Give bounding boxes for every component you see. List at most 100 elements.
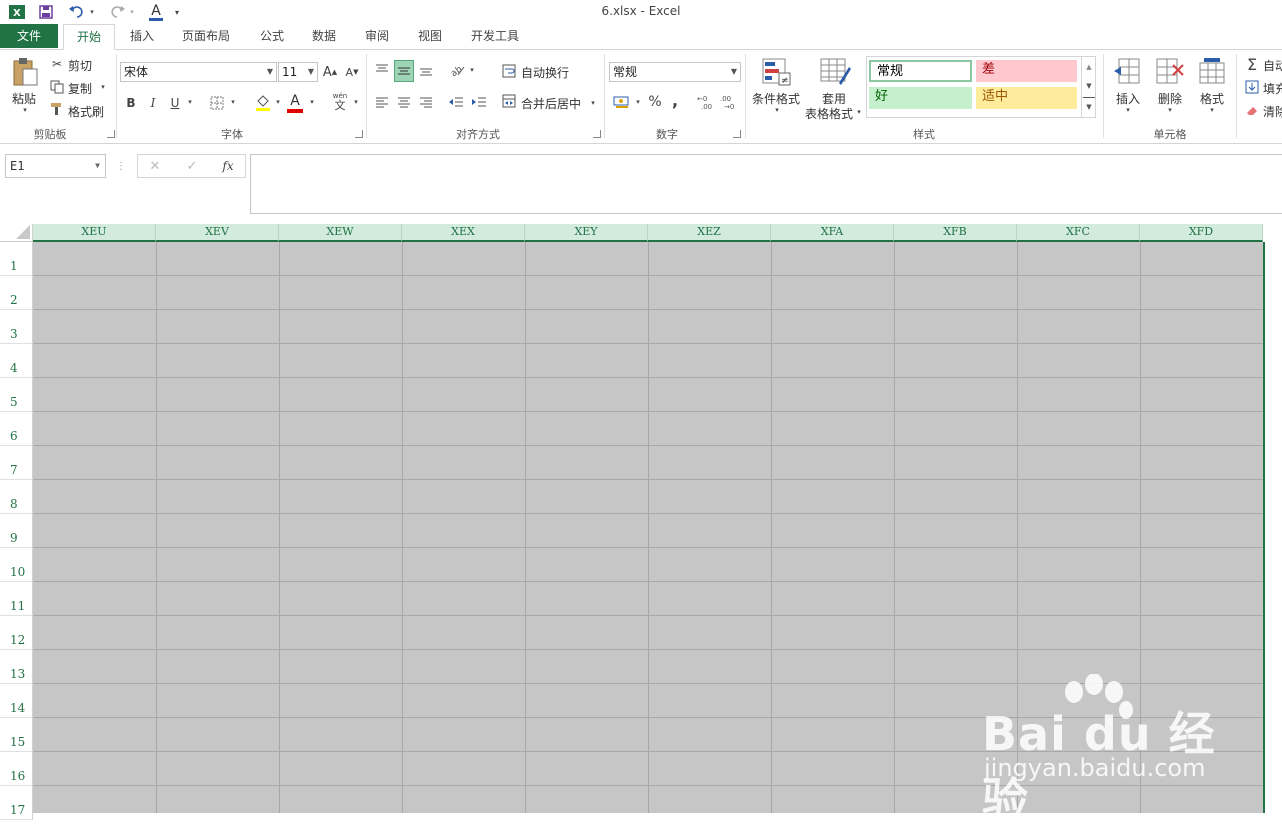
copy-icon[interactable]	[49, 79, 65, 95]
delete-cells-icon[interactable]	[1154, 56, 1186, 86]
confirm-entry-icon[interactable]: ✓	[183, 157, 201, 175]
format-cells-icon[interactable]	[1197, 56, 1227, 86]
tab-data[interactable]: 数据	[304, 24, 344, 48]
column-header[interactable]: XFC	[1017, 224, 1140, 242]
column-header[interactable]: XFB	[894, 224, 1017, 242]
format-as-table-dropdown-icon[interactable]: ▾	[855, 108, 863, 116]
gallery-more-icon[interactable]: ▼	[1083, 97, 1095, 116]
autosum-icon[interactable]: Σ	[1243, 55, 1261, 74]
merge-dropdown-icon[interactable]: ▾	[589, 98, 597, 108]
gallery-down-icon[interactable]: ▼	[1083, 77, 1095, 95]
align-middle-icon[interactable]	[394, 60, 414, 82]
grow-font-icon[interactable]: A ▲	[322, 62, 338, 82]
copy-button[interactable]: 复制	[68, 80, 92, 97]
borders-icon[interactable]	[208, 94, 226, 112]
gallery-up-icon[interactable]: ▲	[1083, 58, 1095, 76]
column-header[interactable]: XEY	[525, 224, 648, 242]
borders-dropdown-icon[interactable]: ▾	[229, 97, 237, 107]
fill-color-icon[interactable]	[254, 92, 272, 112]
alignment-launcher-icon[interactable]	[593, 130, 601, 138]
row-header[interactable]: 1	[0, 242, 33, 276]
italic-button[interactable]: I	[145, 94, 161, 112]
increase-indent-icon[interactable]	[469, 92, 489, 112]
column-header[interactable]: XFD	[1140, 224, 1263, 242]
row-header[interactable]: 8	[0, 480, 33, 514]
align-left-icon[interactable]	[372, 92, 392, 112]
row-header[interactable]: 7	[0, 446, 33, 480]
delete-cells-dropdown-icon[interactable]: ▾	[1166, 106, 1174, 114]
align-right-icon[interactable]	[416, 92, 436, 112]
tab-insert[interactable]: 插入	[122, 24, 162, 48]
merge-center-button[interactable]: 合并后居中	[521, 95, 581, 112]
delete-cells-button[interactable]: 删除	[1158, 90, 1182, 107]
font-color-dropdown-icon[interactable]: ▾	[308, 97, 316, 107]
row-header[interactable]: 4	[0, 344, 33, 378]
clear-icon[interactable]	[1244, 102, 1260, 118]
insert-cells-dropdown-icon[interactable]: ▾	[1124, 106, 1132, 114]
number-launcher-icon[interactable]	[733, 130, 741, 138]
format-as-table-icon[interactable]	[818, 56, 852, 88]
conditional-formatting-button[interactable]: 条件格式	[752, 90, 800, 107]
tab-home[interactable]: 开始	[63, 24, 115, 50]
column-header[interactable]: XEV	[156, 224, 279, 242]
fill-color-dropdown-icon[interactable]: ▾	[274, 97, 282, 107]
paste-button[interactable]: 粘贴	[12, 90, 36, 107]
formula-bar-grip-icon[interactable]: ⋮	[116, 158, 126, 174]
increase-decimal-icon[interactable]: ←0.00	[696, 92, 718, 112]
accounting-dropdown-icon[interactable]: ▾	[634, 97, 642, 107]
align-top-icon[interactable]	[372, 60, 392, 80]
column-header[interactable]: XEZ	[648, 224, 771, 242]
gallery-scrollbar[interactable]: ▲ ▼ ▼	[1081, 57, 1096, 117]
copy-dropdown-icon[interactable]: ▾	[99, 83, 107, 91]
style-bad[interactable]: 差	[976, 60, 1077, 82]
column-header[interactable]: XEU	[33, 224, 156, 242]
percent-button[interactable]: %	[646, 93, 664, 111]
column-header[interactable]: XEW	[279, 224, 402, 242]
orientation-dropdown-icon[interactable]: ▾	[468, 65, 476, 75]
number-format-select[interactable]: 常规 ▼	[609, 62, 741, 82]
column-header[interactable]: XEX	[402, 224, 525, 242]
style-neutral[interactable]: 适中	[976, 87, 1077, 109]
phonetic-guide-icon[interactable]: wén 文	[330, 90, 350, 114]
bold-button[interactable]: B	[123, 94, 139, 112]
shrink-font-icon[interactable]: A ▼	[344, 62, 360, 82]
format-cells-dropdown-icon[interactable]: ▾	[1208, 106, 1216, 114]
font-size-select[interactable]: 11 ▼	[278, 62, 318, 82]
formula-input[interactable]	[250, 154, 1282, 214]
format-painter-icon[interactable]	[49, 101, 65, 117]
fill-button[interactable]: 填充	[1263, 80, 1282, 97]
decrease-decimal-icon[interactable]: .00 →0	[719, 92, 741, 112]
row-header[interactable]: 6	[0, 412, 33, 446]
accounting-format-icon[interactable]	[611, 93, 633, 111]
row-header[interactable]: 11	[0, 582, 33, 616]
insert-cells-button[interactable]: 插入	[1116, 90, 1140, 107]
format-painter-button[interactable]: 格式刷	[68, 103, 104, 120]
row-header[interactable]: 10	[0, 548, 33, 582]
row-header[interactable]: 12	[0, 616, 33, 650]
row-header[interactable]: 17	[0, 786, 33, 820]
paste-dropdown-icon[interactable]: ▾	[20, 106, 30, 114]
style-normal[interactable]: 常规	[869, 60, 972, 82]
cut-icon[interactable]: ✂	[49, 56, 65, 72]
tab-file[interactable]: 文件	[0, 24, 58, 48]
insert-cells-icon[interactable]	[1112, 56, 1142, 86]
wrap-text-icon[interactable]	[500, 62, 518, 80]
tab-formulas[interactable]: 公式	[252, 24, 292, 48]
row-header[interactable]: 9	[0, 514, 33, 548]
tab-developer[interactable]: 开发工具	[464, 24, 526, 48]
row-header[interactable]: 16	[0, 752, 33, 786]
align-bottom-icon[interactable]	[416, 60, 436, 80]
row-header[interactable]: 3	[0, 310, 33, 344]
cancel-entry-icon[interactable]: ✕	[146, 157, 164, 175]
phonetic-dropdown-icon[interactable]: ▾	[352, 97, 360, 107]
underline-dropdown-icon[interactable]: ▾	[186, 97, 194, 107]
name-box[interactable]: E1 ▼	[5, 154, 106, 178]
clipboard-launcher-icon[interactable]	[107, 130, 115, 138]
tab-view[interactable]: 视图	[410, 24, 450, 48]
clear-button[interactable]: 清除	[1263, 103, 1282, 120]
font-color-icon[interactable]: A	[286, 92, 304, 114]
orientation-icon[interactable]: ab	[448, 60, 468, 80]
fill-icon[interactable]	[1244, 79, 1260, 95]
row-header[interactable]: 15	[0, 718, 33, 752]
row-header[interactable]: 14	[0, 684, 33, 718]
